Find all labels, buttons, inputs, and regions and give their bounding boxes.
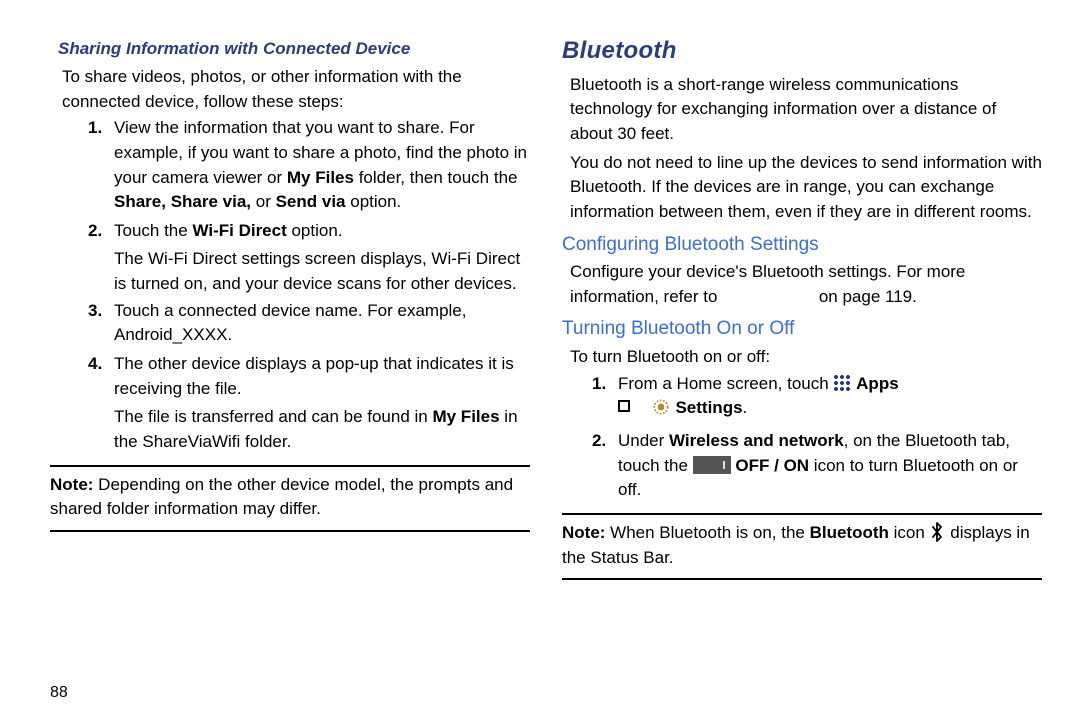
step-4-cont: The file is transferred and can be found…	[114, 405, 530, 454]
note-rule-top-r	[562, 513, 1042, 515]
bt-step-1: 1. From a Home screen, touch Apps Settin…	[592, 372, 1042, 425]
config-heading: Configuring Bluetooth Settings	[562, 231, 1042, 259]
note-rule-bottom-r	[562, 578, 1042, 580]
step-body: Touch a connected device name. For examp…	[114, 299, 530, 348]
bt-intro-1: Bluetooth is a short-range wireless comm…	[570, 73, 1042, 147]
text: option.	[287, 221, 343, 240]
step-number: 3.	[88, 299, 114, 348]
left-column: Sharing Information with Connected Devic…	[50, 34, 562, 720]
text: or	[251, 192, 276, 211]
myfiles-inline: My Files	[287, 168, 354, 187]
text: From a Home screen, touch	[618, 374, 833, 393]
step-4: 4. The other device displays a pop-up th…	[88, 352, 530, 401]
note-text: Depending on the other device model, the…	[50, 475, 513, 519]
sendvia-option: Send via	[276, 192, 346, 211]
share-options: Share, Share via,	[114, 192, 251, 211]
apps-grid-icon	[833, 374, 851, 392]
text: option.	[346, 192, 402, 211]
step-body: Under Wireless and network, on the Bluet…	[618, 429, 1042, 503]
toggle-intro: To turn Bluetooth on or off:	[570, 345, 1042, 370]
text: icon	[889, 523, 930, 542]
note-rule-bottom	[50, 530, 530, 532]
sharing-intro: To share videos, photos, or other inform…	[62, 65, 530, 114]
myfiles-inline: My Files	[432, 407, 499, 426]
step-2-cont: The Wi-Fi Direct settings screen display…	[114, 247, 530, 296]
bluetooth-inline: Bluetooth	[810, 523, 889, 542]
settings-gear-icon	[651, 397, 671, 425]
toggle-heading: Turning Bluetooth On or Off	[562, 315, 1042, 343]
note-rule-top	[50, 465, 530, 467]
step-number: 1.	[592, 372, 618, 425]
text: When Bluetooth is on, the	[605, 523, 809, 542]
note-left: Note: Depending on the other device mode…	[50, 473, 530, 522]
note-right: Note: When Bluetooth is on, the Bluetoot…	[562, 521, 1042, 570]
off-on-toggle-icon	[693, 456, 731, 474]
text: folder, then touch the	[354, 168, 518, 187]
text: on page 119.	[814, 287, 917, 306]
text: The file is transferred and can be found…	[114, 407, 432, 426]
bluetooth-title: Bluetooth	[562, 34, 1042, 69]
wireless-network-inline: Wireless and network	[669, 431, 844, 450]
step-1: 1. View the information that you want to…	[88, 116, 530, 215]
step-body: Touch the Wi-Fi Direct option.	[114, 219, 530, 244]
bluetooth-status-icon	[930, 522, 946, 542]
step-body: From a Home screen, touch Apps Settings.	[618, 372, 1042, 425]
note-label: Note:	[562, 523, 605, 542]
step-number: 1.	[88, 116, 114, 215]
note-label: Note:	[50, 475, 93, 494]
config-body: Configure your device's Bluetooth settin…	[570, 260, 1042, 309]
settings-label: Settings	[675, 398, 742, 417]
manual-page: Sharing Information with Connected Devic…	[0, 0, 1080, 720]
period: .	[743, 398, 748, 417]
toggle-steps: 1. From a Home screen, touch Apps Settin…	[562, 372, 1042, 503]
sharing-heading: Sharing Information with Connected Devic…	[58, 38, 530, 61]
submenu-arrow-icon	[618, 400, 630, 412]
sharing-steps: 1. View the information that you want to…	[50, 116, 530, 454]
text: Touch the	[114, 221, 192, 240]
step-body: View the information that you want to sh…	[114, 116, 530, 215]
text: Under	[618, 431, 669, 450]
apps-label: Apps	[856, 374, 899, 393]
step-body: The other device displays a pop-up that …	[114, 352, 530, 401]
bt-step-2: 2. Under Wireless and network, on the Bl…	[592, 429, 1042, 503]
step-3: 3. Touch a connected device name. For ex…	[88, 299, 530, 348]
step-2: 2. Touch the Wi-Fi Direct option.	[88, 219, 530, 244]
wifi-direct-inline: Wi-Fi Direct	[192, 221, 286, 240]
page-number: 88	[50, 681, 68, 704]
bt-intro-2: You do not need to line up the devices t…	[570, 151, 1042, 225]
offon-label: OFF / ON	[735, 456, 809, 475]
step-number: 2.	[88, 219, 114, 244]
step-number: 2.	[592, 429, 618, 503]
right-column: Bluetooth Bluetooth is a short-range wir…	[562, 34, 1052, 720]
step-number: 4.	[88, 352, 114, 401]
